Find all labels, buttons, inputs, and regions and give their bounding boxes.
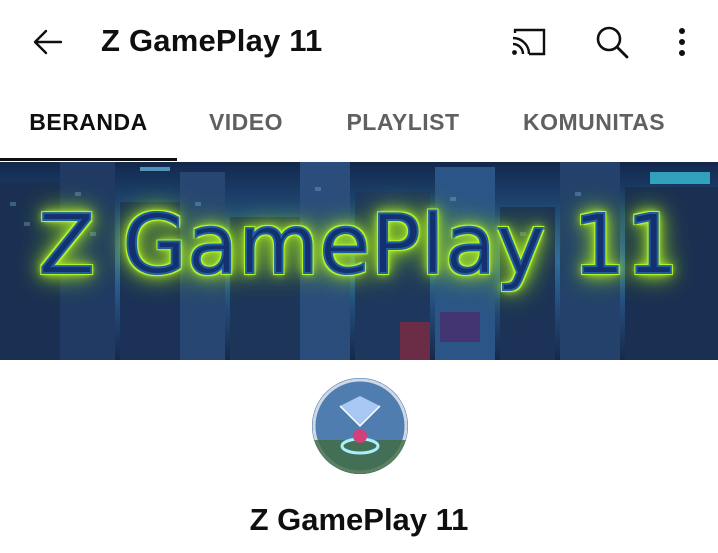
banner-title-text: Z GamePlay 11: [38, 197, 680, 294]
tab-video[interactable]: VIDEO: [177, 82, 315, 162]
back-arrow-icon: [33, 29, 63, 55]
cast-button[interactable]: [506, 22, 550, 62]
tab-beranda[interactable]: BERANDA: [0, 82, 177, 162]
more-options-button[interactable]: [664, 20, 700, 64]
search-button[interactable]: [590, 20, 634, 64]
search-icon: [596, 26, 629, 59]
channel-avatar[interactable]: [312, 378, 408, 474]
tab-komunitas[interactable]: KOMUNITAS: [505, 82, 683, 162]
channel-tabs: BERANDA VIDEO PLAYLIST KOMUNITAS: [0, 82, 718, 163]
channel-name: Z GamePlay 11: [249, 502, 469, 537]
avatar-crystal-image: [312, 378, 408, 474]
back-button[interactable]: [28, 22, 68, 62]
page-title: Z GamePlay 11: [101, 23, 323, 58]
app-bar: Z GamePlay 11: [0, 0, 718, 82]
more-vert-icon: [679, 28, 685, 56]
tab-playlist[interactable]: PLAYLIST: [325, 82, 481, 162]
active-tab-indicator: [0, 158, 177, 161]
cast-icon: [512, 28, 546, 56]
channel-banner: Z GamePlay 11: [0, 162, 718, 360]
